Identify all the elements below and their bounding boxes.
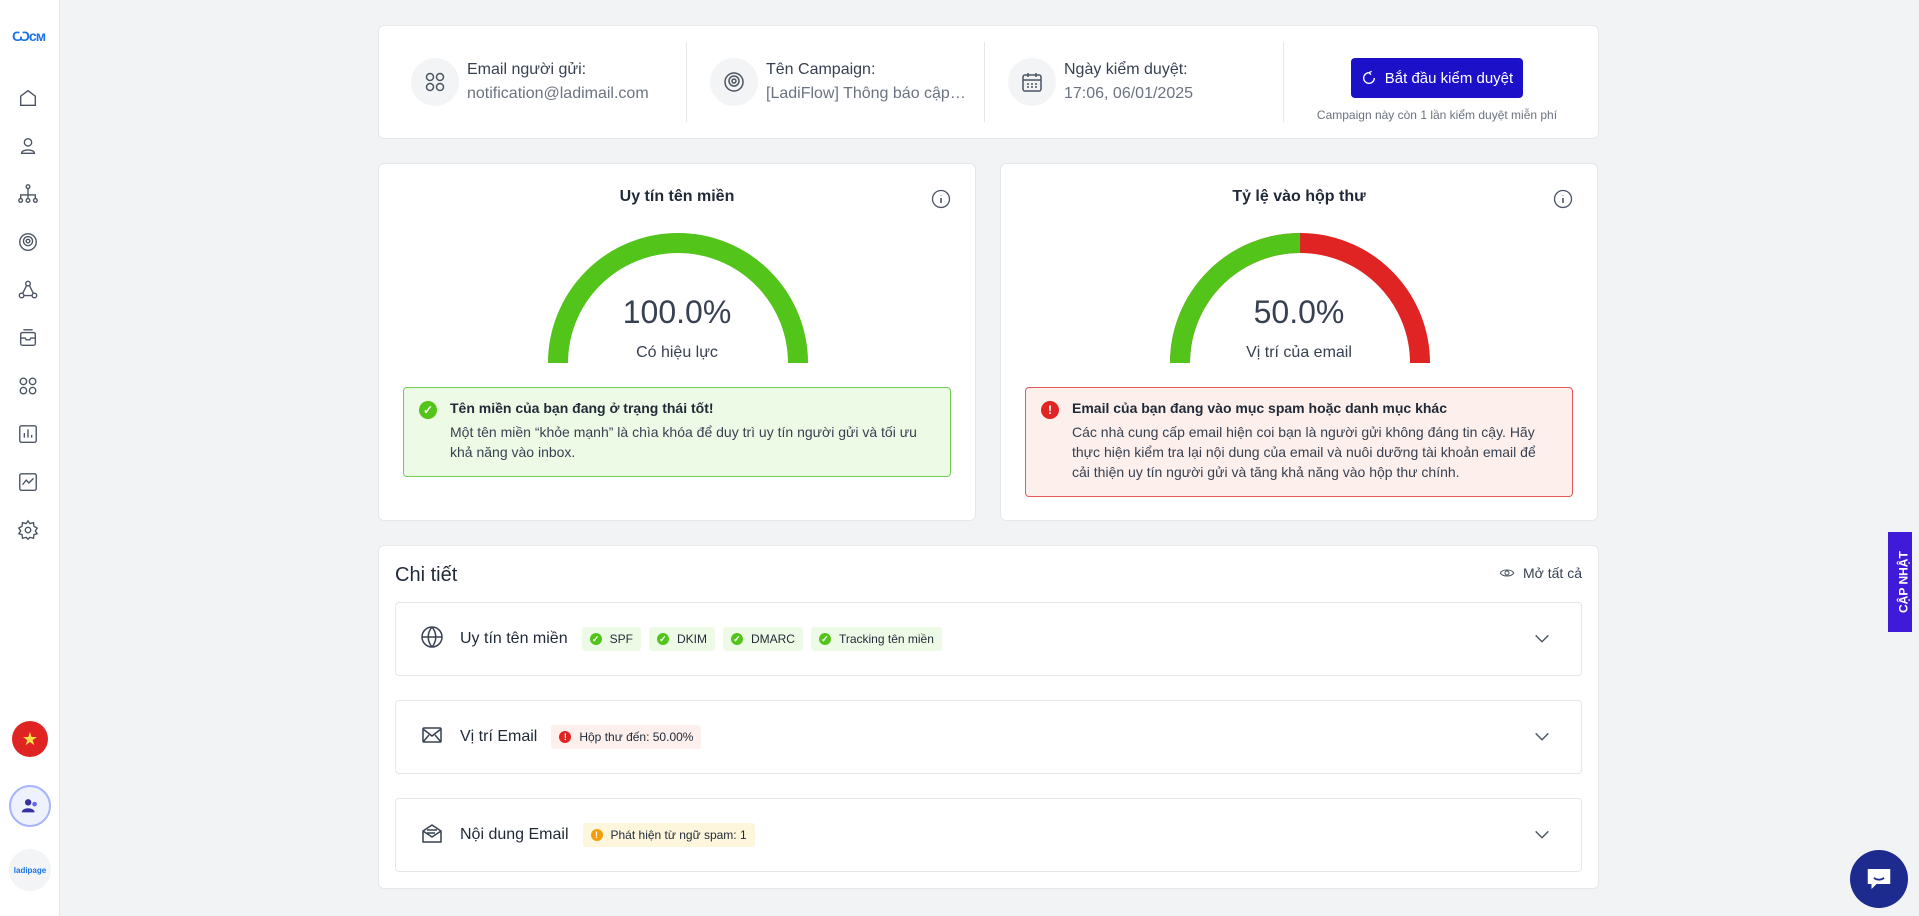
campaign-value: [LadiFlow] Thông báo cập nhật bbox=[766, 85, 966, 102]
row-title: Uy tín tên miền bbox=[460, 630, 568, 647]
campaign-icon bbox=[710, 58, 758, 106]
details-title: Chi tiết bbox=[395, 564, 458, 586]
free-review-note: Campaign này còn 1 lần kiểm duyệt miễn p… bbox=[1316, 108, 1558, 122]
tag-label: Phát hiện từ ngữ spam: 1 bbox=[610, 828, 747, 842]
date-value: 17:06, 06/01/2025 bbox=[1064, 85, 1194, 102]
info-icon[interactable] bbox=[1553, 189, 1573, 209]
start-review-button[interactable]: Bắt đầu kiểm duyệt bbox=[1351, 58, 1523, 98]
language-flag-icon[interactable]: ★ bbox=[12, 721, 48, 757]
open-all-button[interactable]: Mở tất cả bbox=[1499, 565, 1582, 581]
chart-line-icon[interactable] bbox=[16, 470, 40, 494]
inbox-icon[interactable] bbox=[16, 326, 40, 350]
chat-icon bbox=[1867, 869, 1891, 889]
gauge-subtitle: Vị trí của email bbox=[1246, 344, 1352, 361]
email-content-row[interactable]: Nội dung Email ! Phát hiện từ ngữ spam: 1 bbox=[395, 798, 1582, 872]
alert-text: Một tên miền “khỏe mạnh” là chìa khóa để… bbox=[450, 424, 917, 460]
check-circle-icon: ✓ bbox=[656, 633, 669, 645]
dkim-tag: ✓ DKIM bbox=[648, 627, 715, 651]
scrollbar[interactable] bbox=[1912, 0, 1919, 916]
campaign-icon[interactable] bbox=[16, 230, 40, 254]
date-block: Ngày kiểm duyệt: 17:06, 06/01/2025 bbox=[1008, 58, 1278, 106]
inbox-rate-tag: ! Hộp thư đến: 50.00% bbox=[551, 725, 702, 749]
chevron-down-icon[interactable] bbox=[1533, 826, 1551, 844]
check-circle-icon: ✓ bbox=[818, 633, 831, 645]
spf-tag: ✓ SPF bbox=[581, 627, 641, 651]
check-circle-icon: ✓ bbox=[419, 401, 437, 419]
campaign-info-card: Email người gửi: notification@ladimail.c… bbox=[378, 25, 1599, 139]
row-title: Vị trí Email bbox=[460, 728, 538, 745]
tag-label: DMARC bbox=[750, 632, 795, 646]
divider bbox=[686, 42, 687, 122]
sender-label: Email người gửi: bbox=[467, 61, 587, 78]
flow-icon[interactable] bbox=[16, 278, 40, 302]
email-position-row[interactable]: Vị trí Email ! Hộp thư đến: 50.00% bbox=[395, 700, 1582, 774]
settings-icon[interactable] bbox=[16, 518, 40, 542]
campaign-label: Tên Campaign: bbox=[766, 61, 876, 78]
calendar-icon bbox=[1008, 58, 1056, 106]
sitemap-icon[interactable] bbox=[16, 182, 40, 206]
divider bbox=[984, 42, 985, 122]
spam-words-tag: ! Phát hiện từ ngữ spam: 1 bbox=[582, 823, 755, 847]
info-icon[interactable] bbox=[931, 189, 951, 209]
refresh-icon bbox=[1362, 70, 1375, 84]
mail-content-icon bbox=[420, 821, 444, 850]
chevron-down-icon[interactable] bbox=[1533, 728, 1551, 746]
exclamation-circle-icon: ! bbox=[590, 829, 603, 841]
home-icon[interactable] bbox=[16, 86, 40, 110]
user-icon[interactable] bbox=[16, 134, 40, 158]
sender-value: notification@ladimail.com bbox=[467, 85, 649, 102]
mail-spam-icon bbox=[420, 723, 444, 752]
danger-alert: ! Email của bạn đang vào mục spam hoặc d… bbox=[1025, 387, 1573, 497]
divider bbox=[1283, 42, 1284, 122]
chevron-down-icon[interactable] bbox=[1533, 630, 1551, 648]
gauge-value: 100.0% bbox=[622, 294, 732, 330]
alert-title: Tên miền của bạn đang ở trạng thái tốt! bbox=[450, 400, 714, 416]
sidebar: Ѡсм ★ ladipage bbox=[0, 0, 60, 916]
campaign-block: Tên Campaign: [LadiFlow] Thông báo cập n… bbox=[710, 58, 980, 106]
tag-label: Hộp thư đến: 50.00% bbox=[579, 730, 694, 744]
row-title: Nội dung Email bbox=[460, 826, 569, 843]
domain-reputation-card: Uy tín tên miền 100.0% Có hiệu lực ✓ Tên… bbox=[378, 163, 976, 521]
open-all-label: Mở tất cả bbox=[1523, 565, 1582, 581]
app-logo[interactable]: Ѡсм bbox=[12, 28, 46, 44]
date-label: Ngày kiểm duyệt: bbox=[1064, 61, 1188, 78]
eye-icon bbox=[1499, 569, 1515, 577]
alert-text: Các nhà cung cấp email hiện coi bạn là n… bbox=[1072, 424, 1536, 480]
alert-title: Email của bạn đang vào mục spam hoặc dan… bbox=[1072, 400, 1447, 416]
start-review-label: Bắt đầu kiểm duyệt bbox=[1384, 69, 1514, 87]
check-circle-icon: ✓ bbox=[730, 633, 743, 645]
gauge-subtitle: Có hiệu lực bbox=[636, 344, 718, 361]
sender-block: Email người gửi: notification@ladimail.c… bbox=[411, 58, 671, 106]
chat-button[interactable] bbox=[1850, 850, 1908, 908]
tag-label: DKIM bbox=[676, 632, 707, 646]
tracking-tag: ✓ Tracking tên miền bbox=[810, 627, 942, 651]
gauge-value: 50.0% bbox=[1253, 294, 1345, 330]
inbox-rate-card: Tỷ lệ vào hộp thư 50.0% Vị trí của email… bbox=[1000, 163, 1598, 521]
report-icon[interactable] bbox=[16, 422, 40, 446]
team-icon bbox=[21, 799, 37, 813]
globe-icon bbox=[420, 625, 444, 654]
tag-label: Tracking tên miền bbox=[838, 632, 934, 646]
ladipage-logo[interactable]: ladipage bbox=[9, 849, 51, 891]
details-card: Chi tiết Mở tất cả Uy tín tên miền ✓ SPF … bbox=[378, 545, 1599, 889]
apps-icon[interactable] bbox=[16, 374, 40, 398]
success-alert: ✓ Tên miền của bạn đang ở trạng thái tốt… bbox=[403, 387, 951, 477]
card-title: Tỷ lệ vào hộp thư bbox=[1232, 188, 1366, 205]
check-circle-icon: ✓ bbox=[589, 633, 602, 645]
tag-label: SPF bbox=[609, 632, 633, 646]
exclamation-circle-icon: ! bbox=[1041, 401, 1059, 419]
dmarc-tag: ✓ DMARC bbox=[722, 627, 803, 651]
domain-reputation-row[interactable]: Uy tín tên miền ✓ SPF ✓ DKIM ✓ DMARC ✓ Track… bbox=[395, 602, 1582, 676]
apps-icon bbox=[411, 58, 459, 106]
team-avatar[interactable] bbox=[9, 785, 51, 827]
card-title: Uy tín tên miền bbox=[619, 188, 735, 205]
exclamation-circle-icon: ! bbox=[559, 731, 572, 743]
